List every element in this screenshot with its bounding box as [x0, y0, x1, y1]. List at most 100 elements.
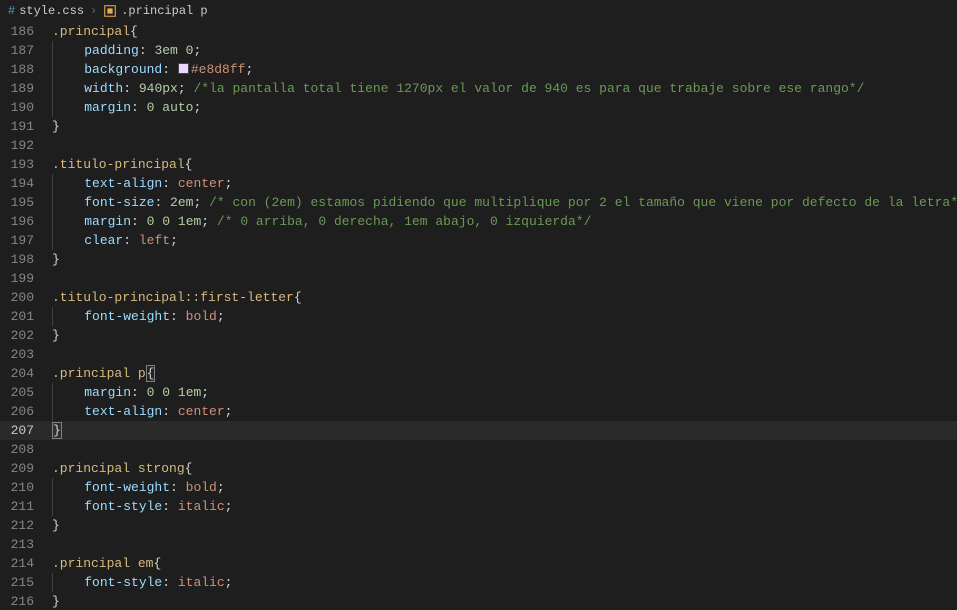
breadcrumb[interactable]: # style.css › .principal p — [0, 0, 957, 22]
code-line[interactable]: 205 margin: 0 0 1em; — [0, 383, 957, 402]
code-line[interactable]: 195 font-size: 2em; /* con (2em) estamos… — [0, 193, 957, 212]
code-content[interactable]: margin: 0 0 1em; — [52, 383, 957, 402]
code-content[interactable]: font-weight: bold; — [52, 307, 957, 326]
code-content[interactable] — [52, 136, 957, 155]
code-line[interactable]: 199 — [0, 269, 957, 288]
selector-icon — [103, 4, 117, 18]
code-content[interactable]: .titulo-principal{ — [52, 155, 957, 174]
line-number: 209 — [0, 459, 52, 478]
hash-icon: # — [8, 4, 15, 18]
code-line[interactable]: 211 font-style: italic; — [0, 497, 957, 516]
code-content[interactable]: } — [52, 250, 957, 269]
chevron-right-icon: › — [90, 4, 97, 18]
code-content[interactable]: } — [52, 516, 957, 535]
code-line[interactable]: 204.principal p{ — [0, 364, 957, 383]
breadcrumb-file[interactable]: style.css — [19, 4, 84, 18]
code-line[interactable]: 209.principal strong{ — [0, 459, 957, 478]
line-number: 187 — [0, 41, 52, 60]
code-line[interactable]: 207} — [0, 421, 957, 440]
code-content[interactable] — [52, 535, 957, 554]
line-number: 193 — [0, 155, 52, 174]
line-number: 212 — [0, 516, 52, 535]
code-line[interactable]: 216} — [0, 592, 957, 610]
code-line[interactable]: 191} — [0, 117, 957, 136]
line-number: 189 — [0, 79, 52, 98]
line-number: 205 — [0, 383, 52, 402]
code-content[interactable]: text-align: center; — [52, 174, 957, 193]
code-editor[interactable]: 186.principal{187 padding: 3em 0;188 bac… — [0, 22, 957, 610]
line-number: 186 — [0, 22, 52, 41]
line-number: 207 — [0, 421, 52, 440]
line-number: 200 — [0, 288, 52, 307]
code-content[interactable]: .principal{ — [52, 22, 957, 41]
line-number: 206 — [0, 402, 52, 421]
code-line[interactable]: 187 padding: 3em 0; — [0, 41, 957, 60]
code-content[interactable]: } — [52, 421, 957, 440]
code-line[interactable]: 193.titulo-principal{ — [0, 155, 957, 174]
code-line[interactable]: 206 text-align: center; — [0, 402, 957, 421]
line-number: 204 — [0, 364, 52, 383]
code-line[interactable]: 208 — [0, 440, 957, 459]
code-line[interactable]: 202} — [0, 326, 957, 345]
code-content[interactable]: } — [52, 592, 957, 610]
line-number: 190 — [0, 98, 52, 117]
code-content[interactable]: padding: 3em 0; — [52, 41, 957, 60]
line-number: 196 — [0, 212, 52, 231]
breadcrumb-selector[interactable]: .principal p — [121, 4, 207, 18]
line-number: 188 — [0, 60, 52, 79]
code-content[interactable]: } — [52, 326, 957, 345]
code-content[interactable]: font-style: italic; — [52, 573, 957, 592]
code-line[interactable]: 188 background: #e8d8ff; — [0, 60, 957, 79]
line-number: 214 — [0, 554, 52, 573]
line-number: 197 — [0, 231, 52, 250]
line-number: 199 — [0, 269, 52, 288]
code-content[interactable] — [52, 269, 957, 288]
code-content[interactable]: clear: left; — [52, 231, 957, 250]
code-content[interactable]: .principal p{ — [52, 364, 957, 383]
code-line[interactable]: 200.titulo-principal::first-letter{ — [0, 288, 957, 307]
line-number: 192 — [0, 136, 52, 155]
code-line[interactable]: 210 font-weight: bold; — [0, 478, 957, 497]
line-number: 201 — [0, 307, 52, 326]
code-content[interactable]: font-size: 2em; /* con (2em) estamos pid… — [52, 193, 957, 212]
code-content[interactable]: width: 940px; /*la pantalla total tiene … — [52, 79, 957, 98]
code-line[interactable]: 212} — [0, 516, 957, 535]
code-content[interactable]: font-style: italic; — [52, 497, 957, 516]
code-content[interactable]: .principal strong{ — [52, 459, 957, 478]
code-line[interactable]: 198} — [0, 250, 957, 269]
code-line[interactable]: 203 — [0, 345, 957, 364]
code-line[interactable]: 194 text-align: center; — [0, 174, 957, 193]
line-number: 210 — [0, 478, 52, 497]
line-number: 213 — [0, 535, 52, 554]
code-content[interactable]: .principal em{ — [52, 554, 957, 573]
code-line[interactable]: 196 margin: 0 0 1em; /* 0 arriba, 0 dere… — [0, 212, 957, 231]
line-number: 203 — [0, 345, 52, 364]
code-line[interactable]: 189 width: 940px; /*la pantalla total ti… — [0, 79, 957, 98]
line-number: 195 — [0, 193, 52, 212]
code-content[interactable]: margin: 0 auto; — [52, 98, 957, 117]
code-line[interactable]: 214.principal em{ — [0, 554, 957, 573]
code-content[interactable]: margin: 0 0 1em; /* 0 arriba, 0 derecha,… — [52, 212, 957, 231]
code-line[interactable]: 186.principal{ — [0, 22, 957, 41]
code-content[interactable]: font-weight: bold; — [52, 478, 957, 497]
code-content[interactable] — [52, 345, 957, 364]
line-number: 211 — [0, 497, 52, 516]
code-content[interactable]: } — [52, 117, 957, 136]
line-number: 191 — [0, 117, 52, 136]
line-number: 216 — [0, 592, 52, 610]
code-content[interactable] — [52, 440, 957, 459]
code-line[interactable]: 197 clear: left; — [0, 231, 957, 250]
code-line[interactable]: 192 — [0, 136, 957, 155]
code-line[interactable]: 190 margin: 0 auto; — [0, 98, 957, 117]
line-number: 198 — [0, 250, 52, 269]
code-content[interactable]: text-align: center; — [52, 402, 957, 421]
line-number: 202 — [0, 326, 52, 345]
line-number: 194 — [0, 174, 52, 193]
code-content[interactable]: background: #e8d8ff; — [52, 60, 957, 79]
line-number: 215 — [0, 573, 52, 592]
line-number: 208 — [0, 440, 52, 459]
code-content[interactable]: .titulo-principal::first-letter{ — [52, 288, 957, 307]
code-line[interactable]: 215 font-style: italic; — [0, 573, 957, 592]
code-line[interactable]: 201 font-weight: bold; — [0, 307, 957, 326]
code-line[interactable]: 213 — [0, 535, 957, 554]
